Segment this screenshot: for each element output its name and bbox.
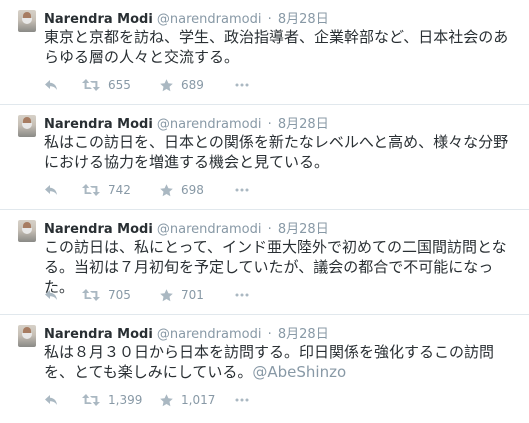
- retweet-icon: [82, 184, 100, 196]
- tweet-text: 私はこの訪日を、日本との関係を新たなレベルへと高め、様々な分野における協力を増進…: [44, 132, 522, 172]
- retweet-button[interactable]: 742: [82, 183, 131, 197]
- tweet-text-body: 私はこの訪日を、日本との関係を新たなレベルへと高め、様々な分野における協力を増進…: [44, 133, 509, 171]
- retweet-count: 655: [108, 78, 131, 92]
- avatar[interactable]: [18, 325, 36, 347]
- retweet-icon: [82, 289, 100, 301]
- reply-button[interactable]: [44, 78, 58, 92]
- user-handle[interactable]: @narendramodi: [157, 12, 262, 27]
- favorite-icon: [160, 183, 173, 196]
- reply-button[interactable]: [44, 393, 58, 407]
- more-button[interactable]: [235, 183, 249, 197]
- retweet-count: 742: [108, 183, 131, 197]
- user-handle[interactable]: @narendramodi: [157, 222, 262, 237]
- retweet-count: 1,399: [108, 393, 143, 407]
- user-handle[interactable]: @narendramodi: [157, 117, 262, 132]
- favorite-count: 698: [181, 183, 204, 197]
- tweet-header: Narendra Modi @narendramodi · 8月28日: [44, 8, 329, 27]
- favorite-button[interactable]: 1,017: [160, 393, 215, 407]
- tweet-date[interactable]: 8月28日: [278, 117, 329, 132]
- avatar[interactable]: [18, 115, 36, 137]
- avatar[interactable]: [18, 10, 36, 32]
- more-icon: [235, 398, 249, 402]
- more-button[interactable]: [235, 393, 249, 407]
- tweet[interactable]: Narendra Modi @narendramodi · 8月28日 東京と京…: [0, 0, 529, 105]
- user-name[interactable]: Narendra Modi: [44, 117, 153, 132]
- tweet-header: Narendra Modi @narendramodi · 8月28日: [44, 113, 329, 132]
- separator-dot: ·: [267, 12, 272, 27]
- retweet-icon: [82, 394, 100, 406]
- tweet[interactable]: Narendra Modi @narendramodi · 8月28日 私は８月…: [0, 315, 529, 420]
- more-button[interactable]: [235, 78, 249, 92]
- favorite-count: 701: [181, 288, 204, 302]
- reply-icon: [45, 290, 57, 300]
- reply-icon: [45, 395, 57, 405]
- tweet[interactable]: Narendra Modi @narendramodi · 8月28日 この訪日…: [0, 210, 529, 315]
- reply-icon: [45, 185, 57, 195]
- tweet[interactable]: Narendra Modi @narendramodi · 8月28日 私はこの…: [0, 105, 529, 210]
- favorite-icon: [160, 288, 173, 301]
- reply-button[interactable]: [44, 183, 58, 197]
- separator-dot: ·: [267, 222, 272, 237]
- retweet-button[interactable]: 1,399: [82, 393, 142, 407]
- tweet-text: 東京と京都を訪ね、学生、政治指導者、企業幹部など、日本社会のあらゆる層の人々と交…: [44, 27, 522, 67]
- separator-dot: ·: [267, 327, 272, 342]
- tweet-timeline: Narendra Modi @narendramodi · 8月28日 東京と京…: [0, 0, 529, 420]
- favorite-count: 1,017: [181, 393, 216, 407]
- retweet-icon: [82, 79, 100, 91]
- tweet-header: Narendra Modi @narendramodi · 8月28日: [44, 323, 329, 342]
- user-name[interactable]: Narendra Modi: [44, 12, 153, 27]
- avatar[interactable]: [18, 220, 36, 242]
- more-button[interactable]: [235, 288, 249, 302]
- favorite-button[interactable]: 701: [160, 288, 204, 302]
- tweet-text-body: 東京と京都を訪ね、学生、政治指導者、企業幹部など、日本社会のあらゆる層の人々と交…: [44, 28, 509, 66]
- favorite-count: 689: [181, 78, 204, 92]
- separator-dot: ·: [267, 117, 272, 132]
- user-name[interactable]: Narendra Modi: [44, 327, 153, 342]
- more-icon: [235, 83, 249, 87]
- tweet-date[interactable]: 8月28日: [278, 327, 329, 342]
- tweet-date[interactable]: 8月28日: [278, 12, 329, 27]
- tweet-date[interactable]: 8月28日: [278, 222, 329, 237]
- retweet-button[interactable]: 655: [82, 78, 131, 92]
- tweet-text: 私は８月３０日から日本を訪問する。印日関係を強化するこの訪問を、とても楽しみにし…: [44, 342, 522, 382]
- user-handle[interactable]: @narendramodi: [157, 327, 262, 342]
- favorite-icon: [160, 393, 173, 406]
- mention-link[interactable]: @AbeShinzo: [252, 363, 346, 381]
- more-icon: [235, 188, 249, 192]
- more-icon: [235, 293, 249, 297]
- favorite-icon: [160, 78, 173, 91]
- reply-button[interactable]: [44, 288, 58, 302]
- user-name[interactable]: Narendra Modi: [44, 222, 153, 237]
- reply-icon: [45, 80, 57, 90]
- retweet-button[interactable]: 705: [82, 288, 131, 302]
- favorite-button[interactable]: 698: [160, 183, 204, 197]
- favorite-button[interactable]: 689: [160, 78, 204, 92]
- tweet-header: Narendra Modi @narendramodi · 8月28日: [44, 218, 329, 237]
- retweet-count: 705: [108, 288, 131, 302]
